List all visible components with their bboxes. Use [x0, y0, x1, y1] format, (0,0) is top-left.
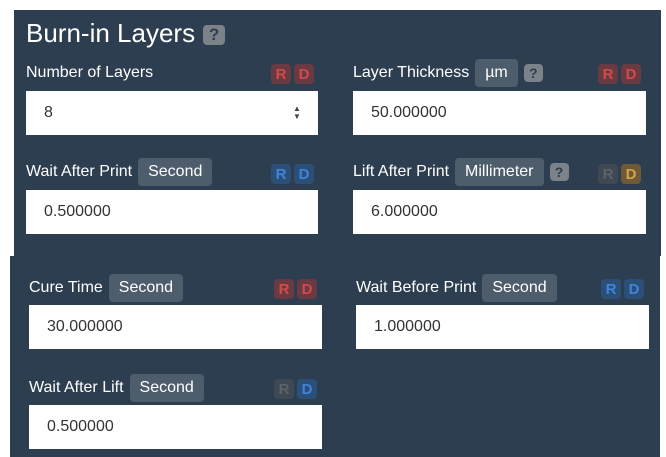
cure-time-value: 30.000000	[47, 318, 123, 335]
wait-before-print-value: 1.000000	[374, 318, 441, 335]
number-of-layers-label: Number of Layers	[26, 64, 154, 81]
wait-before-print-flags: R D	[601, 279, 644, 299]
flag-r-button[interactable]: R	[274, 379, 294, 399]
layer-thickness-unit-badge: µm	[475, 59, 518, 87]
cure-time-label: Cure Time	[29, 279, 103, 296]
flag-d-button[interactable]: D	[297, 279, 317, 299]
wait-after-print-unit-badge: Second	[138, 158, 213, 186]
cure-time-label-row: Cure Time Second	[29, 274, 184, 302]
wait-after-print-input[interactable]: 0.500000	[26, 190, 318, 234]
wait-after-print-value: 0.500000	[44, 203, 111, 220]
spinner-arrows-icon[interactable]: ▲ ▼	[292, 103, 302, 123]
lift-after-print-label-row: Lift After Print Millimeter ?	[353, 158, 569, 186]
number-of-layers-flags: R D	[271, 64, 314, 84]
flag-r-button[interactable]: R	[598, 64, 618, 84]
flag-d-button[interactable]: D	[294, 164, 314, 184]
help-icon[interactable]: ?	[523, 64, 543, 82]
wait-after-lift-value: 0.500000	[47, 418, 114, 435]
lift-after-print-input[interactable]: 6.000000	[353, 190, 646, 234]
flag-r-button[interactable]: R	[271, 64, 291, 84]
wait-before-print-unit-badge: Second	[482, 274, 557, 302]
layer-thickness-label: Layer Thickness	[353, 64, 470, 81]
lift-after-print-value: 6.000000	[371, 203, 438, 220]
wait-after-lift-flags: R D	[274, 379, 317, 399]
help-icon[interactable]: ?	[549, 163, 569, 181]
flag-d-button[interactable]: D	[621, 164, 641, 184]
layer-thickness-label-row: Layer Thickness µm ?	[353, 59, 543, 87]
wait-after-print-flags: R D	[271, 164, 314, 184]
flag-r-button[interactable]: R	[271, 164, 291, 184]
help-icon[interactable]: ?	[203, 25, 226, 45]
flag-d-button[interactable]: D	[624, 279, 644, 299]
wait-after-print-label: Wait After Print	[26, 163, 133, 180]
wait-before-print-input[interactable]: 1.000000	[356, 305, 649, 349]
cure-time-input[interactable]: 30.000000	[29, 305, 322, 349]
wait-after-lift-label-row: Wait After Lift Second	[29, 374, 204, 402]
lift-after-print-flags: R D	[598, 164, 641, 184]
lift-after-print-label: Lift After Print	[353, 163, 450, 180]
wait-after-lift-unit-badge: Second	[129, 374, 204, 402]
wait-after-lift-input[interactable]: 0.500000	[29, 405, 322, 449]
flag-r-button[interactable]: R	[598, 164, 618, 184]
wait-after-print-label-row: Wait After Print Second	[26, 158, 213, 186]
section-title-text: Burn-in Layers	[26, 18, 196, 48]
flag-r-button[interactable]: R	[274, 279, 294, 299]
flag-r-button[interactable]: R	[601, 279, 621, 299]
lift-after-print-unit-badge: Millimeter	[455, 158, 544, 186]
layer-thickness-input[interactable]: 50.000000	[353, 91, 646, 135]
section-title: Burn-in Layers ?	[26, 18, 226, 48]
cure-time-unit-badge: Second	[108, 274, 184, 302]
flag-d-button[interactable]: D	[294, 64, 314, 84]
number-of-layers-input[interactable]: 8 ▲ ▼	[26, 91, 318, 135]
wait-after-lift-label: Wait After Lift	[29, 379, 124, 396]
layer-thickness-value: 50.000000	[371, 104, 447, 121]
flag-d-button[interactable]: D	[621, 64, 641, 84]
number-of-layers-label-row: Number of Layers	[26, 59, 153, 87]
layer-thickness-flags: R D	[598, 64, 641, 84]
wait-before-print-label-row: Wait Before Print Second	[356, 274, 557, 302]
cure-time-flags: R D	[274, 279, 317, 299]
flag-d-button[interactable]: D	[297, 379, 317, 399]
wait-before-print-label: Wait Before Print	[356, 279, 477, 296]
number-of-layers-value: 8	[44, 104, 53, 121]
